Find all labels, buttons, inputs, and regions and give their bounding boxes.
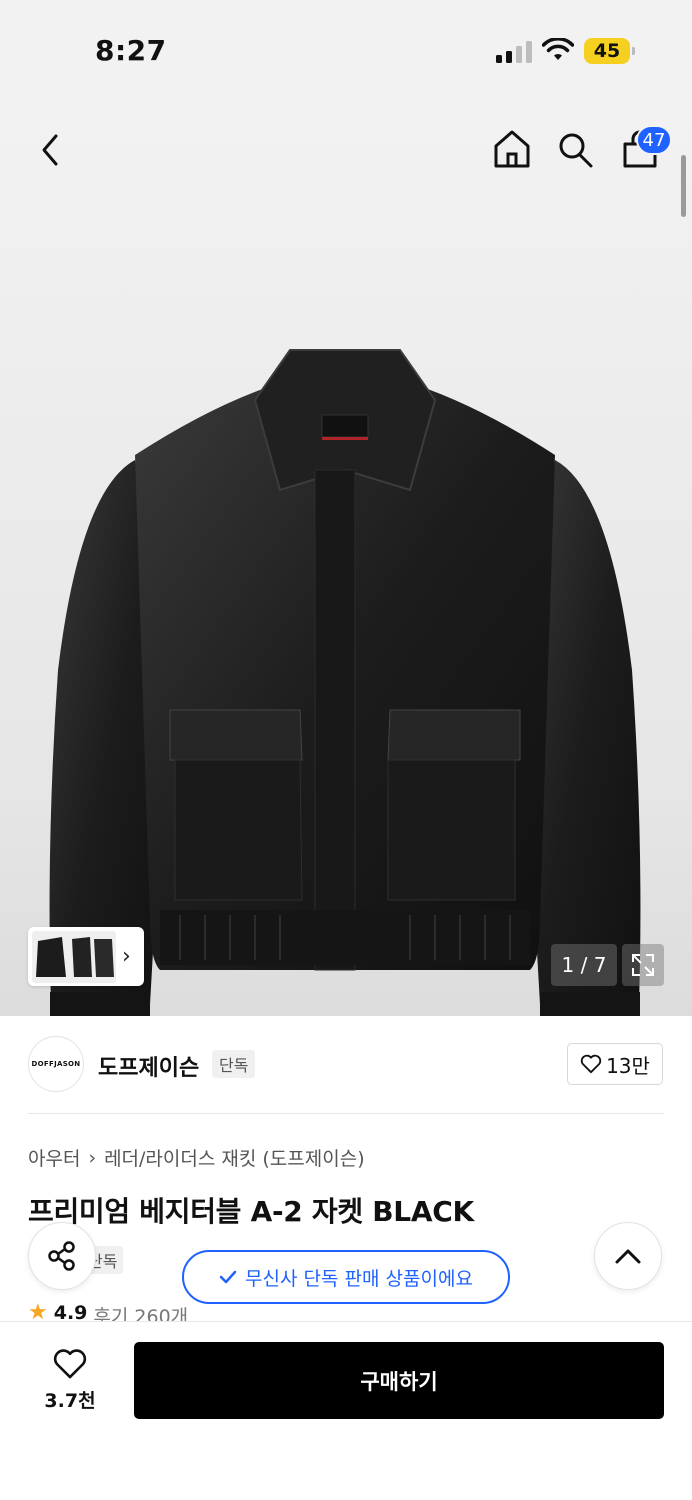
chevron-right-icon: › [88,1146,97,1169]
toast-message: 무신사 단독 판매 상품이에요 [245,1267,473,1290]
share-icon [48,1241,75,1271]
scroll-indicator[interactable] [681,155,686,217]
divider [28,1113,664,1114]
check-icon [219,1270,237,1284]
battery-indicator: 45 [584,38,636,64]
heart-icon [53,1348,87,1378]
brand-exclusive-badge: 단독 [212,1050,256,1078]
search-icon[interactable] [556,130,594,170]
battery-tip [632,47,635,55]
chevron-right-icon: › [122,944,131,969]
thumbnail-strip[interactable]: › [28,927,144,986]
product-image-gallery[interactable]: › 1 / 7 [0,100,692,1016]
expand-icon [632,954,654,976]
thumbnail-jackets-icon [36,936,114,977]
wifi-icon [542,38,574,60]
product-image-jacket [49,349,641,1016]
breadcrumb-category[interactable]: 아우터 [28,1144,80,1171]
product-title: 프리미엄 베지터블 A-2 자켓 BLACK [28,1195,474,1228]
back-icon[interactable] [34,130,66,170]
buy-button[interactable]: 구매하기 [134,1342,664,1419]
cart-count-badge: 47 [636,125,672,155]
status-bar: 8:27 45 [0,0,692,100]
brand-logo[interactable]: DOFFJASON [28,1036,84,1092]
brand-name[interactable]: 도프제이슨 [98,1050,199,1082]
rating-score: 4.9 [53,1302,88,1322]
wishlist-count: 3.7천 [44,1389,96,1412]
chevron-up-icon [615,1249,641,1264]
signal-icon [496,41,532,63]
expand-button[interactable] [622,944,664,986]
rating-row[interactable]: ★ 4.9 후기 260개 [28,1302,188,1322]
home-icon[interactable] [492,128,532,170]
image-counter: 1 / 7 [551,944,617,986]
exclusive-toast: 무신사 단독 판매 상품이에요 [182,1250,510,1304]
breadcrumb: 아우터 › 레더/라이더스 재킷 (도프제이슨) [28,1144,365,1171]
brand-like-button[interactable]: 13만 [567,1043,663,1085]
star-icon: ★ [28,1302,48,1322]
breadcrumb-subcategory[interactable]: 레더/라이더스 재킷 (도프제이슨) [104,1144,365,1171]
review-count: 후기 260개 [93,1306,189,1322]
scroll-top-button[interactable] [594,1222,662,1290]
heart-icon [580,1054,602,1074]
thumbnail-image[interactable] [32,930,116,983]
brand-like-count: 13만 [606,1053,650,1078]
battery-level: 45 [584,38,630,64]
status-time: 8:27 [95,34,167,67]
wishlist-button[interactable]: 3.7천 [30,1342,110,1418]
share-button[interactable] [28,1222,96,1290]
